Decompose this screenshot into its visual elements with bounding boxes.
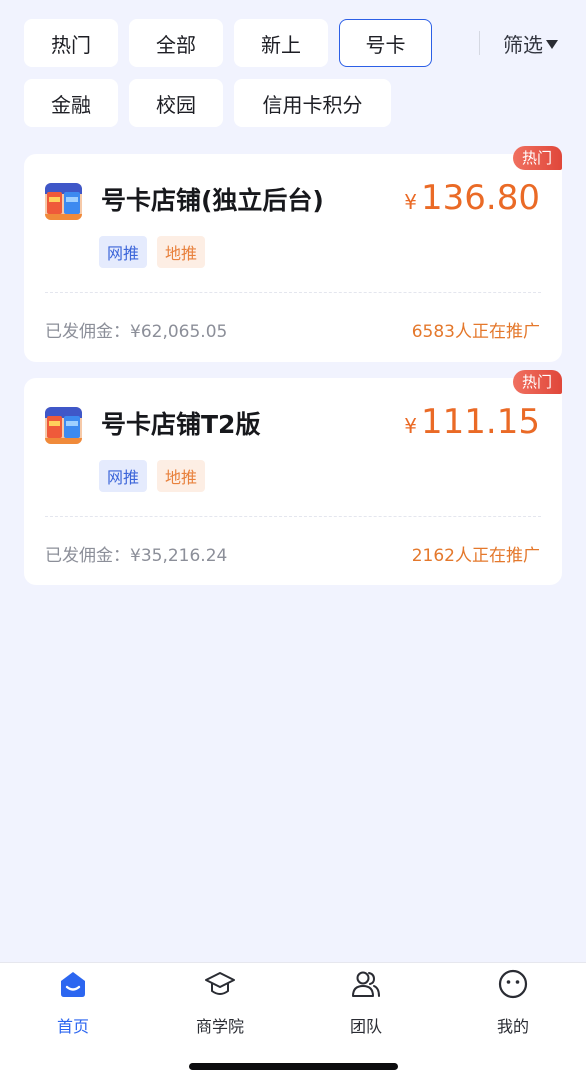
chip-sim-card[interactable]: 号卡 bbox=[339, 19, 432, 67]
product-price: ¥ 136.80 bbox=[404, 178, 540, 218]
tab-business-school[interactable]: 商学院 bbox=[147, 963, 293, 1053]
tag-offline-promo: 地推 bbox=[157, 236, 206, 268]
sim-card-shop-icon bbox=[45, 183, 82, 220]
chip-hot[interactable]: 热门 bbox=[24, 19, 118, 67]
tab-label: 团队 bbox=[349, 1017, 382, 1036]
promoter-count: 6583人正在推广 bbox=[411, 322, 540, 342]
tab-mine[interactable]: 我的 bbox=[440, 963, 586, 1053]
currency-symbol: ¥ bbox=[404, 414, 418, 438]
price-amount: 111.15 bbox=[421, 402, 540, 442]
product-card[interactable]: 热门 号卡店铺(独立后台) ¥ 136.80 网推 地推 已发佣金：¥62,06… bbox=[24, 146, 562, 362]
chip-all[interactable]: 全部 bbox=[129, 19, 223, 67]
home-icon bbox=[61, 972, 85, 997]
smiley-face-icon bbox=[498, 969, 528, 999]
graduation-cap-icon bbox=[205, 972, 235, 995]
tag-offline-promo: 地推 bbox=[157, 460, 206, 492]
promoter-count: 2162人正在推广 bbox=[411, 546, 540, 566]
card-divider bbox=[45, 516, 541, 517]
tag-online-promo: 网推 bbox=[99, 460, 148, 492]
chip-finance[interactable]: 金融 bbox=[24, 79, 118, 127]
tab-label: 首页 bbox=[56, 1017, 89, 1036]
tab-team[interactable]: 团队 bbox=[293, 963, 439, 1053]
product-title: 号卡店铺(独立后台) bbox=[101, 186, 324, 215]
team-icon bbox=[352, 971, 380, 997]
product-list-page: 热门 全部 新上 号卡 筛选 金融 校园 信用卡积分 热门 号卡店铺(独立后台)… bbox=[0, 0, 586, 1080]
hot-badge: 热门 bbox=[512, 146, 562, 170]
hot-badge: 热门 bbox=[512, 370, 562, 394]
caret-down-icon bbox=[546, 39, 558, 49]
commission-paid: 已发佣金：¥62,065.05 bbox=[45, 322, 228, 342]
currency-symbol: ¥ bbox=[404, 190, 418, 214]
filter-divider bbox=[479, 31, 480, 55]
filter-label: 筛选 bbox=[503, 32, 543, 57]
chip-campus[interactable]: 校园 bbox=[129, 79, 223, 127]
tag-online-promo: 网推 bbox=[99, 236, 148, 268]
sim-card-shop-icon bbox=[45, 407, 82, 444]
chip-new[interactable]: 新上 bbox=[234, 19, 328, 67]
filter-button[interactable]: 筛选 bbox=[503, 18, 558, 68]
price-amount: 136.80 bbox=[421, 178, 540, 218]
tab-label: 我的 bbox=[496, 1017, 529, 1036]
chip-credit-card-points[interactable]: 信用卡积分 bbox=[234, 79, 391, 127]
product-title: 号卡店铺T2版 bbox=[101, 410, 261, 439]
commission-paid: 已发佣金：¥35,216.24 bbox=[45, 546, 228, 566]
tab-home[interactable]: 首页 bbox=[0, 963, 146, 1053]
tab-label: 商学院 bbox=[195, 1017, 244, 1036]
product-price: ¥ 111.15 bbox=[404, 402, 540, 442]
home-indicator bbox=[189, 1063, 398, 1070]
card-divider bbox=[45, 292, 541, 293]
product-card[interactable]: 热门 号卡店铺T2版 ¥ 111.15 网推 地推 已发佣金：¥35,216.2… bbox=[24, 370, 562, 585]
